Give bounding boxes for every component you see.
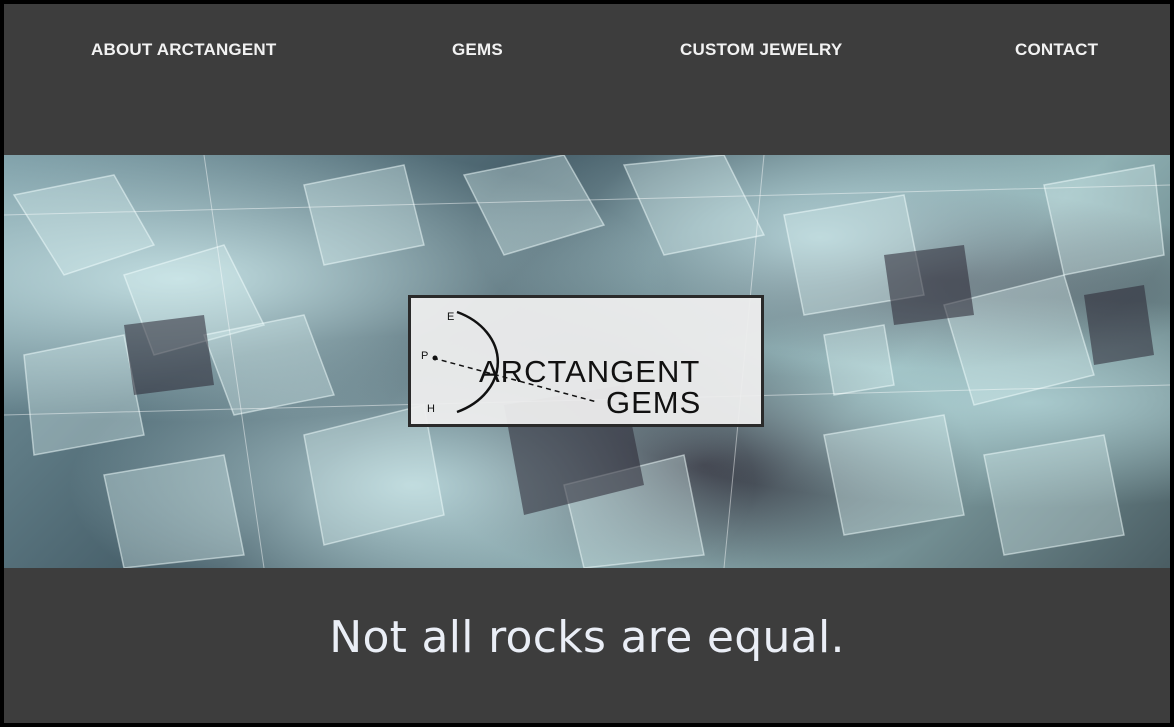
tagline-heading: Not all rocks are equal. [329, 612, 845, 663]
arctangent-gems-logo: E P H ARCTANGENT GEMS [408, 295, 764, 427]
logo-wordmark-arctangent: ARCTANGENT [479, 354, 700, 389]
arc-label-p: P [421, 350, 428, 362]
hero-banner-image: E P H ARCTANGENT GEMS [4, 155, 1170, 568]
nav-contact[interactable]: CONTACT [1015, 40, 1098, 60]
arc-label-e: E [447, 311, 454, 323]
nav-about-arctangent[interactable]: ABOUT ARCTANGENT [91, 40, 276, 60]
nav-gems[interactable]: GEMS [452, 40, 503, 60]
page-frame: ABOUT ARCTANGENT GEMS CUSTOM JEWELRY CON… [4, 4, 1170, 723]
main-nav: ABOUT ARCTANGENT GEMS CUSTOM JEWELRY CON… [4, 4, 1170, 155]
nav-custom-jewelry[interactable]: CUSTOM JEWELRY [680, 40, 842, 60]
logo-wordmark-gems: GEMS [606, 385, 701, 420]
arc-label-h: H [427, 403, 435, 415]
